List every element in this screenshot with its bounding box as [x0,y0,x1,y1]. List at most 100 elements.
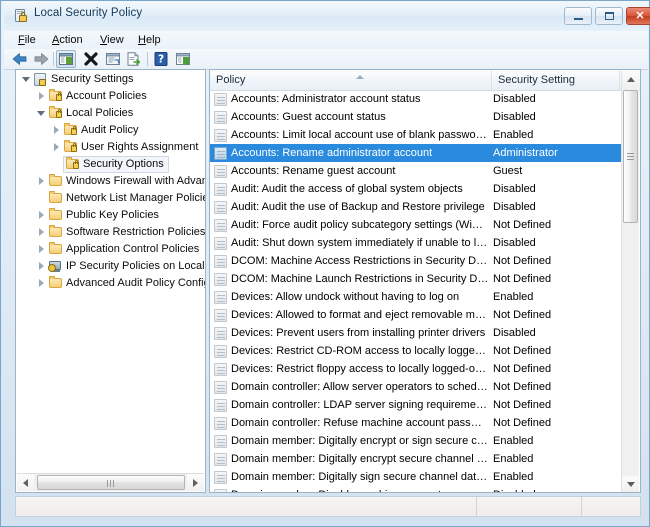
menu-help[interactable]: Help [132,33,167,47]
table-row[interactable]: Domain member: Digitally sign secure cha… [210,468,623,486]
properties-button[interactable] [103,50,123,68]
table-row[interactable]: Devices: Restrict floppy access to local… [210,360,623,378]
toolbar-separator [53,52,54,66]
table-row[interactable]: Accounts: Rename administrator accountAd… [210,144,623,162]
export-list-button[interactable] [124,50,144,68]
security-setting-value: Disabled [493,108,618,126]
expand-arrow-icon[interactable] [36,275,48,290]
expand-arrow-icon[interactable] [36,241,48,256]
tree-item-audit-policy[interactable]: Audit Policy [16,122,205,139]
view-options-button[interactable] [173,50,193,68]
delete-button[interactable] [81,50,101,68]
security-setting-value: Disabled [493,180,618,198]
expand-arrow-icon[interactable] [36,207,48,222]
table-row[interactable]: Accounts: Rename guest accountGuest [210,162,623,180]
tree-hscroll-thumb[interactable] [37,475,185,490]
title-bar[interactable]: Local Security Policy ✕ [4,1,648,31]
tree-item-body: IP Security Policies on Local Compute [48,259,205,274]
tree-item-body: Application Control Policies [48,242,203,257]
tree-item-ip-security-policies-on-local-compute[interactable]: IP Security Policies on Local Compute [16,258,205,275]
maximize-button[interactable] [595,7,623,25]
expand-arrow-icon[interactable] [36,258,48,273]
table-row[interactable]: Domain controller: LDAP server signing r… [210,396,623,414]
forward-button[interactable] [31,50,51,68]
list-vertical-scrollbar[interactable] [621,71,639,493]
policy-document-icon [214,165,227,178]
show-hide-console-tree-button[interactable] [56,50,76,68]
close-button[interactable]: ✕ [626,7,650,25]
table-row[interactable]: Devices: Allowed to format and eject rem… [210,306,623,324]
menu-bar: File Action View Help [4,31,648,49]
column-header-policy[interactable]: Policy [210,70,492,90]
table-row[interactable]: Audit: Audit the use of Backup and Resto… [210,198,623,216]
tree-item-windows-firewall-with-advanced-secu[interactable]: Windows Firewall with Advanced Secu [16,173,205,190]
policy-document-icon [214,129,227,142]
table-row[interactable]: Audit: Shut down system immediately if u… [210,234,623,252]
table-row[interactable]: Domain member: Disable machine account p… [210,486,623,493]
table-row[interactable]: DCOM: Machine Launch Restrictions in Sec… [210,270,623,288]
tree-item-software-restriction-policies[interactable]: Software Restriction Policies [16,224,205,241]
console-tree: Security SettingsAccount PoliciesLocal P… [16,71,205,475]
tree-item-body: Windows Firewall with Advanced Secu [48,174,205,189]
security-setting-value: Enabled [493,126,618,144]
policy-name: Accounts: Rename guest account [231,162,489,180]
security-setting-value: Not Defined [493,396,618,414]
tree-item-body: Advanced Audit Policy Configuration [48,276,205,291]
table-row[interactable]: Accounts: Limit local account use of bla… [210,126,623,144]
menu-view[interactable]: View [94,33,130,47]
policy-document-icon [214,471,227,484]
table-row[interactable]: Domain member: Digitally encrypt or sign… [210,432,623,450]
security-setting-value: Disabled [493,90,618,108]
security-setting-value: Not Defined [493,360,618,378]
expand-arrow-icon[interactable] [36,88,48,103]
tree-item-security-options[interactable]: Security Options [16,156,205,173]
security-setting-value: Disabled [493,234,618,252]
tree-item-label: IP Security Policies on Local Compute [66,259,205,274]
minimize-button[interactable] [564,7,592,25]
collapse-arrow-icon[interactable] [36,105,48,120]
help-button[interactable]: ? [151,50,171,68]
tree-item-advanced-audit-policy-configuration[interactable]: Advanced Audit Policy Configuration [16,275,205,292]
tree-item-user-rights-assignment[interactable]: User Rights Assignment [16,139,205,156]
policy-document-icon [214,93,227,106]
scroll-up-button[interactable] [622,71,639,88]
security-setting-value: Not Defined [493,270,618,288]
table-row[interactable]: Domain controller: Refuse machine accoun… [210,414,623,432]
list-vscroll-thumb[interactable] [623,90,638,223]
tree-item-network-list-manager-policies[interactable]: Network List Manager Policies [16,190,205,207]
svg-text:?: ? [158,54,164,66]
close-icon: ✕ [627,8,650,24]
tree-item-security-settings[interactable]: Security Settings [16,71,205,88]
table-row[interactable]: Devices: Allow undock without having to … [210,288,623,306]
policy-name: Domain controller: LDAP server signing r… [231,396,489,414]
tree-item-account-policies[interactable]: Account Policies [16,88,205,105]
menu-file[interactable]: File [12,33,42,47]
scroll-right-button[interactable] [187,474,204,491]
collapse-arrow-icon[interactable] [21,71,33,86]
expand-arrow-icon[interactable] [51,122,63,137]
table-row[interactable]: Audit: Force audit policy subcategory se… [210,216,623,234]
scroll-left-button[interactable] [17,474,34,491]
tree-item-public-key-policies[interactable]: Public Key Policies [16,207,205,224]
table-row[interactable]: Audit: Audit the access of global system… [210,180,623,198]
folder-icon [48,225,64,240]
table-row[interactable]: Domain controller: Allow server operator… [210,378,623,396]
tree-item-application-control-policies[interactable]: Application Control Policies [16,241,205,258]
table-row[interactable]: DCOM: Machine Access Restrictions in Sec… [210,252,623,270]
scroll-down-button[interactable] [622,476,639,493]
tree-horizontal-scrollbar[interactable] [17,473,204,491]
table-row[interactable]: Domain member: Digitally encrypt secure … [210,450,623,468]
table-row[interactable]: Accounts: Guest account statusDisabled [210,108,623,126]
tree-item-label: Account Policies [66,89,147,104]
menu-action[interactable]: Action [46,33,89,47]
expand-arrow-icon[interactable] [36,173,48,188]
table-row[interactable]: Devices: Prevent users from installing p… [210,324,623,342]
column-header-security-setting[interactable]: Security Setting [492,70,620,90]
folder-icon [48,276,64,291]
expand-arrow-icon[interactable] [51,139,63,154]
expand-arrow-icon[interactable] [36,224,48,239]
tree-item-local-policies[interactable]: Local Policies [16,105,205,122]
back-button[interactable] [10,50,30,68]
table-row[interactable]: Devices: Restrict CD-ROM access to local… [210,342,623,360]
table-row[interactable]: Accounts: Administrator account statusDi… [210,90,623,108]
